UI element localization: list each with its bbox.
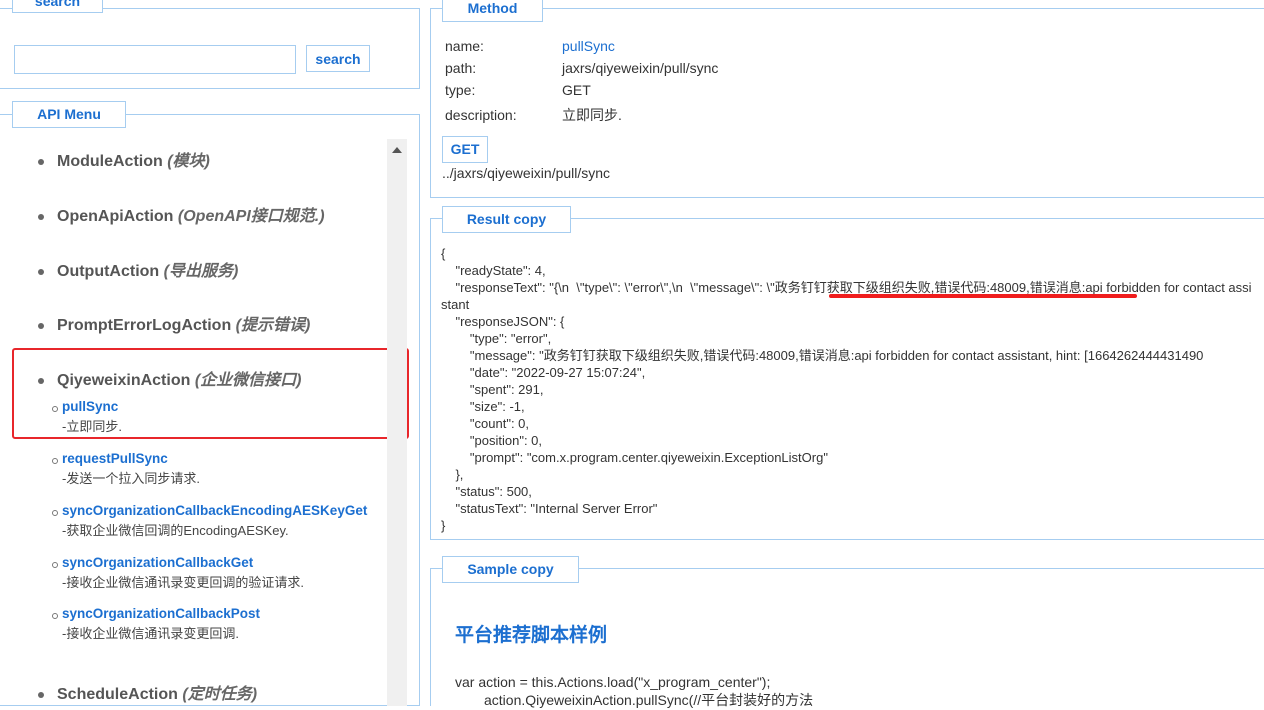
method-path-row: path: jaxrs/qiyeweixin/pull/sync xyxy=(445,60,718,76)
sample-copy-legend[interactable]: Sample copy xyxy=(442,556,579,583)
submenu-link[interactable]: syncOrganizationCallbackGet xyxy=(62,555,304,570)
method-type: GET xyxy=(562,82,591,98)
label: description: xyxy=(445,107,517,123)
method-desc: 立即同步. xyxy=(562,107,622,123)
menu-item-desc: (模块) xyxy=(167,153,210,170)
menu-item-label: ScheduleAction xyxy=(57,686,178,703)
submenu-item-callback-post[interactable]: syncOrganizationCallbackPost -接收企业微信通讯录变更… xyxy=(51,606,260,642)
result-json: { "readyState": 4, "responseText": "{\n … xyxy=(441,246,1252,533)
label: type: xyxy=(445,82,476,98)
method-type-row: type: GET xyxy=(445,82,591,98)
get-request-button[interactable]: GET xyxy=(442,136,488,163)
method-name-row: name: pullSync xyxy=(445,38,615,54)
submenu-link[interactable]: syncOrganizationCallbackEncodingAESKeyGe… xyxy=(62,503,367,518)
highlight-annotation-box xyxy=(12,348,409,439)
menu-item-prompt-error-log-action[interactable]: PromptErrorLogAction (提示错误) xyxy=(38,311,310,335)
method-name: pullSync xyxy=(562,38,615,54)
method-url: ../jaxrs/qiyeweixin/pull/sync xyxy=(442,165,611,181)
submenu-item-requestpullsync[interactable]: requestPullSync -发送一个拉入同步请求. xyxy=(52,451,200,487)
menu-item-label: PromptErrorLogAction xyxy=(57,317,232,334)
menu-item-desc: (导出服务) xyxy=(163,263,239,280)
result-copy-legend[interactable]: Result copy xyxy=(442,206,571,233)
submenu-link[interactable]: requestPullSync xyxy=(62,451,200,466)
label: path: xyxy=(445,60,477,76)
sample-code-line: action.QiyeweixinAction.pullSync(//平台封装好… xyxy=(484,692,814,708)
menu-item-desc: (提示错误) xyxy=(235,317,311,334)
menu-item-module-action[interactable]: ModuleAction (模块) xyxy=(38,147,210,171)
method-desc-row: description: 立即同步. xyxy=(445,105,622,125)
menu-item-desc: (定时任务) xyxy=(182,686,258,703)
label: name: xyxy=(445,38,484,54)
menu-item-desc: (OpenAPI接口规范.) xyxy=(177,208,325,225)
menu-item-label: OpenApiAction xyxy=(57,208,174,225)
scroll-up-arrow-icon[interactable] xyxy=(392,147,402,153)
menu-scrollbar[interactable] xyxy=(387,139,407,706)
menu-item-label: OutputAction xyxy=(57,263,160,280)
method-legend: Method xyxy=(442,0,543,22)
submenu-item-callback-get[interactable]: syncOrganizationCallbackGet -接收企业微信通讯录变更回… xyxy=(52,555,304,591)
submenu-desc: -获取企业微信回调的EncodingAESKey. xyxy=(62,523,289,538)
menu-item-output-action[interactable]: OutputAction (导出服务) xyxy=(38,257,238,281)
api-menu-legend: API Menu xyxy=(12,101,126,128)
submenu-desc: -接收企业微信通讯录变更回调. xyxy=(62,626,239,641)
search-input[interactable] xyxy=(14,45,296,74)
submenu-desc: -接收企业微信通讯录变更回调的验证请求. xyxy=(62,575,304,590)
red-underline-annotation xyxy=(829,294,1137,298)
submenu-desc: -发送一个拉入同步请求. xyxy=(62,471,200,486)
menu-item-schedule-action[interactable]: ScheduleAction (定时任务) xyxy=(38,680,257,704)
sample-heading: 平台推荐脚本样例 xyxy=(455,625,608,646)
submenu-item-aeskey-get[interactable]: syncOrganizationCallbackEncodingAESKeyGe… xyxy=(51,503,367,539)
menu-item-openapi-action[interactable]: OpenApiAction (OpenAPI接口规范.) xyxy=(38,202,325,226)
search-legend: search xyxy=(12,0,103,13)
method-path: jaxrs/qiyeweixin/pull/sync xyxy=(562,60,719,76)
search-button[interactable]: search xyxy=(306,45,370,72)
sample-code-line: var action = this.Actions.load("x_progra… xyxy=(455,674,771,690)
submenu-link[interactable]: syncOrganizationCallbackPost xyxy=(62,606,260,621)
menu-item-label: ModuleAction xyxy=(57,153,163,170)
detail-pane: Method name: pullSync path: jaxrs/qiyeweix… xyxy=(430,0,1264,706)
